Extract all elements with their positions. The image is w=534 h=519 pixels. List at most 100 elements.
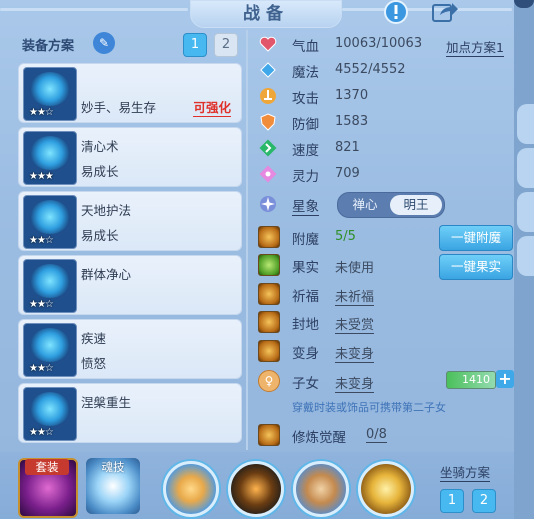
speed-icon: [258, 138, 278, 158]
mount-plan-button-2[interactable]: 2: [472, 489, 496, 513]
constellation-label[interactable]: 星象: [292, 195, 319, 216]
skill-stars: ★★★: [29, 171, 54, 182]
skill-name: 妙手、易生存: [81, 100, 157, 115]
row-value-blessing[interactable]: 未祈福: [335, 286, 375, 306]
stat-label-speed: 速度: [292, 143, 319, 159]
skill-stars: ★★☆: [29, 363, 54, 374]
stat-value-hp: 10063/10063: [335, 36, 423, 51]
mount-plan-button-1[interactable]: 1: [440, 489, 464, 513]
skill-icon: ★★☆: [23, 195, 77, 249]
row-value-enchant: 5/5: [335, 229, 356, 244]
one-click-enchant-button[interactable]: 一键附魔: [439, 225, 513, 251]
stat-value-defense: 1583: [335, 114, 369, 129]
skill-icon: ★★☆: [23, 259, 77, 313]
row-value-child[interactable]: 未变身: [335, 373, 375, 393]
column-divider: [246, 30, 248, 450]
skill-stars: ★★☆: [29, 427, 54, 438]
mount-plan-label[interactable]: 坐骑方案: [440, 462, 491, 482]
edit-pencil-icon[interactable]: ✎: [93, 32, 115, 54]
blessing-icon: [258, 283, 280, 305]
fruit-icon: [258, 254, 280, 276]
right-side-strip: [514, 0, 534, 519]
pet-slot-2[interactable]: [228, 461, 284, 517]
add-point-plan-link[interactable]: 加点方案1: [446, 37, 504, 57]
child-icon: ♀: [258, 370, 280, 392]
add-child-points-button[interactable]: +: [496, 370, 514, 388]
skill-card[interactable]: ★★☆ 群体净心: [18, 255, 242, 315]
skill-icon: ★★★: [23, 131, 77, 185]
skill-icon: ★★☆: [23, 387, 77, 441]
child-points-bar: 1410: [446, 371, 496, 389]
stat-label-spirit: 灵力: [292, 169, 319, 185]
row-value-transform[interactable]: 未变身: [335, 343, 375, 363]
skill-icon: ★★☆: [23, 323, 77, 377]
stat-label-mp: 魔法: [292, 65, 319, 81]
stat-value-mp: 4552/4552: [335, 62, 406, 77]
page-title-banner: 战备: [190, 0, 342, 28]
plan-button-1[interactable]: 1: [183, 33, 207, 57]
skill-name: 天地护法: [81, 203, 132, 218]
can-upgrade-link[interactable]: 可强化: [193, 97, 231, 117]
skill-subtitle: 易成长: [81, 164, 119, 179]
constellation-toggle[interactable]: 禅心 明王: [337, 192, 445, 218]
skill-card[interactable]: ★★☆ 天地护法 易成长: [18, 191, 242, 251]
transform-icon: [258, 340, 280, 362]
row-label-blessing: 祈福: [292, 289, 319, 305]
constellation-option-mingwang[interactable]: 明王: [390, 195, 442, 215]
side-tab-3[interactable]: [517, 192, 534, 232]
side-tab-2[interactable]: [517, 148, 534, 188]
skill-subtitle: 愤怒: [81, 356, 107, 371]
row-label-transform: 变身: [292, 346, 319, 362]
equipment-plan-label: 装备方案: [22, 39, 75, 54]
row-value-cultivation[interactable]: 0/8: [366, 427, 387, 443]
skill-icon: ★★☆: [23, 67, 77, 121]
enchant-icon: [258, 226, 280, 248]
stat-label-attack: 攻击: [292, 91, 319, 107]
row-label-cultivation: 修炼觉醒: [292, 430, 346, 446]
fief-icon: [258, 311, 280, 333]
side-tab-4[interactable]: [517, 236, 534, 276]
pet-slot-4[interactable]: [358, 461, 414, 517]
share-icon[interactable]: [430, 0, 460, 24]
skill-card[interactable]: ★★☆ 妙手、易生存 可强化: [18, 63, 242, 123]
stat-value-spirit: 709: [335, 166, 360, 181]
row-value-fief[interactable]: 未受赏: [335, 314, 375, 334]
stat-label-defense: 防御: [292, 117, 319, 133]
row-label-fruit: 果实: [292, 260, 319, 276]
skill-subtitle: 易成长: [81, 228, 119, 243]
stat-label-hp: 气血: [292, 39, 319, 55]
skill-name: 涅槃重生: [81, 395, 132, 410]
pet-slot-3[interactable]: [293, 461, 349, 517]
second-child-hint: 穿戴时装或饰品可携带第二子女: [292, 401, 446, 414]
skill-name: 疾速: [81, 331, 107, 346]
skill-card[interactable]: ★★★ 清心术 易成长: [18, 127, 242, 187]
stat-value-attack: 1370: [335, 88, 369, 103]
skill-card[interactable]: ★★☆ 涅槃重生: [18, 383, 242, 443]
spirit-icon: [258, 164, 278, 184]
sword-icon: [258, 86, 278, 106]
row-label-child: 子女: [292, 376, 319, 392]
battle-prep-panel: 战备 装备方案 ✎ 1 2 ★★☆ 妙手、易生存 可强化 ★★★ 清心术 易成长…: [0, 0, 534, 519]
cultivation-icon: [258, 424, 280, 446]
child-points-value: 1410: [462, 373, 490, 386]
title-deco-right: [342, 8, 512, 11]
row-label-enchant: 附魔: [292, 232, 319, 248]
pet-slot-1[interactable]: [163, 461, 219, 517]
suit-label: 套装: [25, 459, 69, 475]
page-title: 战备: [243, 4, 289, 24]
side-tab-1[interactable]: [517, 104, 534, 144]
constellation-option-chanxin[interactable]: 禅心: [340, 195, 390, 215]
skill-stars: ★★☆: [29, 299, 54, 310]
info-icon[interactable]: [381, 0, 411, 24]
plan-button-2[interactable]: 2: [214, 33, 238, 57]
one-click-fruit-button[interactable]: 一键果实: [439, 254, 513, 280]
skill-name: 清心术: [81, 139, 119, 154]
diamond-icon: [258, 60, 278, 80]
shield-icon: [258, 112, 278, 132]
title-deco-left: [0, 8, 188, 11]
skill-card[interactable]: ★★☆ 疾速 愤怒: [18, 319, 242, 379]
row-value-fruit: 未使用: [335, 261, 375, 276]
skill-stars: ★★☆: [29, 235, 54, 246]
stat-value-speed: 821: [335, 140, 360, 155]
skill-stars: ★★☆: [29, 107, 54, 118]
